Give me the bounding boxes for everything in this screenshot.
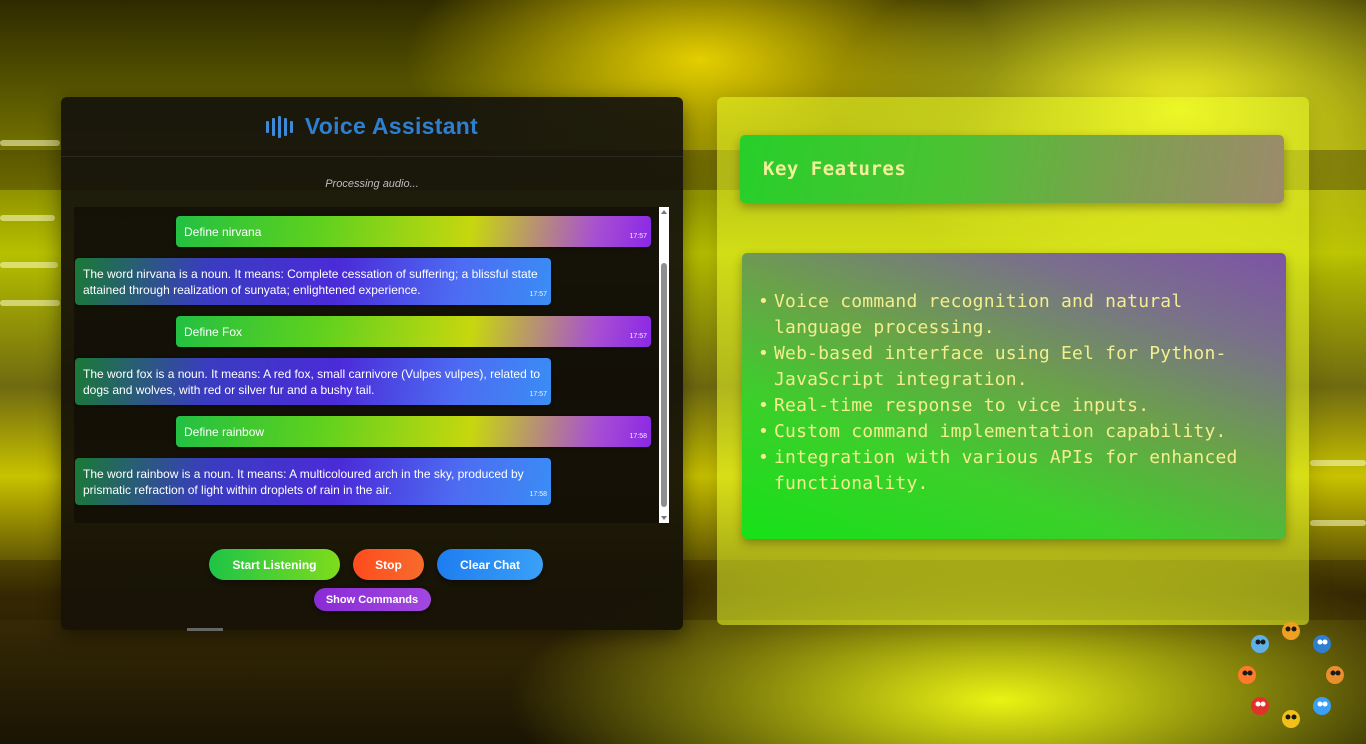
background-streak	[0, 262, 58, 268]
scroll-up-arrow-icon[interactable]	[661, 210, 667, 214]
features-title: Key Features	[763, 158, 907, 180]
voice-assistant-panel: Voice Assistant Processing audio... Defi…	[61, 97, 683, 631]
feature-list: Voice command recognition and natural la…	[758, 289, 1276, 497]
message-text: The word fox is a noun. It means: A red …	[83, 367, 541, 397]
background-streak	[0, 215, 55, 221]
scroll-thumb[interactable]	[661, 263, 667, 507]
message-time: 17:57	[629, 333, 647, 340]
message-text: The word nirvana is a noun. It means: Co…	[83, 267, 538, 297]
primary-buttons: Start Listening Stop Clear Chat	[61, 549, 683, 580]
background-streak	[0, 140, 60, 146]
feature-item: Real-time response to vice inputs.	[758, 393, 1276, 419]
user-message: Define Fox 17:57	[176, 316, 651, 347]
panel-edge-tab	[187, 628, 223, 631]
robots-circle-logo	[1238, 622, 1344, 728]
feature-item: Web-based interface using Eel for Python…	[758, 341, 1276, 393]
message-text: Define nirvana	[184, 225, 262, 239]
control-bar: Start Listening Stop Clear Chat Show Com…	[61, 549, 683, 611]
message-text: Define Fox	[184, 325, 243, 339]
message-text: Define rainbow	[184, 425, 265, 439]
feature-item: Voice command recognition and natural la…	[758, 289, 1276, 341]
message-time: 17:57	[629, 233, 647, 240]
user-message: Define nirvana 17:57	[176, 216, 651, 247]
message-time: 17:58	[629, 433, 647, 440]
status-text: Processing audio...	[325, 178, 419, 190]
feature-item: Custom command implementation capability…	[758, 419, 1276, 445]
stop-button[interactable]: Stop	[353, 549, 424, 580]
background-streak	[1310, 460, 1366, 466]
assistant-message: The word fox is a noun. It means: A red …	[75, 358, 551, 405]
clear-chat-button[interactable]: Clear Chat	[437, 549, 543, 580]
background-streak	[0, 300, 60, 306]
assistant-message: The word rainbow is a noun. It means: A …	[75, 458, 551, 505]
feature-item: integration with various APIs for enhanc…	[758, 445, 1276, 497]
message-time: 17:58	[529, 491, 547, 498]
message-text: The word rainbow is a noun. It means: A …	[83, 467, 524, 497]
chat-scrollbar[interactable]	[659, 207, 669, 523]
features-panel: Key Features Voice command recognition a…	[717, 97, 1309, 625]
user-message: Define rainbow 17:58	[176, 416, 651, 447]
assistant-message: The word nirvana is a noun. It means: Co…	[75, 258, 551, 305]
start-listening-button[interactable]: Start Listening	[209, 549, 340, 580]
features-list-card: Voice command recognition and natural la…	[742, 253, 1286, 539]
sound-wave-icon	[265, 115, 293, 138]
show-commands-button[interactable]: Show Commands	[313, 588, 431, 611]
panel-header: Voice Assistant	[61, 97, 683, 157]
features-title-card: Key Features	[740, 135, 1284, 203]
background-streak	[1310, 520, 1366, 526]
scroll-down-arrow-icon[interactable]	[661, 516, 667, 520]
message-time: 17:57	[529, 291, 547, 298]
app-title: Voice Assistant	[304, 113, 479, 139]
message-time: 17:57	[529, 391, 547, 398]
chat-messages[interactable]: Define nirvana 17:57 The word nirvana is…	[74, 207, 669, 523]
